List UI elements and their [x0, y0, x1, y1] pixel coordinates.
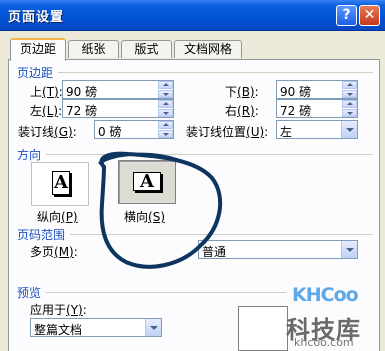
pages-divider [70, 234, 373, 235]
title-bar[interactable]: 页面设置 ? ✕ [0, 0, 385, 31]
gutter-down-arrow-icon[interactable] [158, 130, 173, 138]
top-margin-label: 上(T): [30, 85, 63, 99]
multiple-pages-label: 多页(M): [30, 245, 78, 259]
bottom-margin-value: 90 磅 [280, 85, 312, 99]
gutter-position-dropdown-icon[interactable] [341, 121, 357, 138]
right-margin-down-arrow-icon[interactable] [342, 109, 357, 117]
gutter-label: 装订线(G): [18, 125, 77, 139]
multiple-pages-select[interactable]: 普通 [198, 240, 358, 259]
gutter-position-label: 装订线位置(U): [186, 125, 269, 139]
top-margin-down-arrow-icon[interactable] [158, 90, 173, 98]
landscape-label: 横向(S) [124, 210, 165, 224]
apply-to-label: 应用于(Y): [30, 303, 87, 317]
preview-divider [46, 292, 286, 293]
close-button[interactable]: ✕ [359, 5, 380, 26]
apply-to-dropdown-icon[interactable] [145, 319, 161, 336]
landscape-page-icon: A [133, 172, 161, 191]
dialog-title: 页面设置 [8, 10, 65, 25]
gutter-up-arrow-icon[interactable] [158, 121, 173, 129]
top-margin-spinner[interactable]: 90 磅 [62, 80, 174, 99]
orientation-divider [46, 154, 373, 155]
bottom-margin-label: 下(B): [225, 85, 259, 99]
orientation-heading: 方向 [17, 148, 42, 162]
right-margin-value: 72 磅 [280, 104, 312, 118]
help-button[interactable]: ? [336, 5, 357, 26]
tab-document-grid[interactable]: 文档网格 [174, 40, 242, 58]
tab-paper[interactable]: 纸张 [68, 40, 119, 58]
apply-to-select[interactable]: 整篇文档 [30, 318, 162, 337]
landscape-button[interactable]: A [118, 160, 176, 204]
left-margin-value: 72 磅 [66, 104, 98, 118]
pages-heading: 页码范围 [17, 228, 66, 242]
multiple-pages-dropdown-icon[interactable] [341, 241, 357, 258]
left-margin-spinner[interactable]: 72 磅 [62, 99, 174, 118]
tab-strip: 页边距 纸张 版式 文档网格 [10, 38, 380, 61]
bottom-margin-spinner[interactable]: 90 磅 [276, 80, 358, 99]
page-preview [238, 306, 288, 351]
margins-heading: 页边距 [17, 66, 54, 80]
watermark-logo: KHCoo [292, 284, 359, 306]
tab-margins[interactable]: 页边距 [10, 38, 66, 61]
top-margin-value: 90 磅 [66, 85, 98, 99]
page-setup-dialog: 页面设置 ? ✕ 页边距 纸张 版式 文档网格 页边距 上(T): 90 磅 下… [0, 0, 385, 351]
right-margin-label: 右(R): [225, 104, 259, 118]
portrait-page-icon: A [52, 171, 70, 195]
portrait-label: 纵向(P) [37, 210, 78, 224]
right-margin-spinner[interactable]: 72 磅 [276, 99, 358, 118]
bottom-margin-up-arrow-icon[interactable] [342, 81, 357, 89]
left-margin-down-arrow-icon[interactable] [158, 109, 173, 117]
left-margin-label: 左(L): [30, 104, 63, 118]
gutter-spinner[interactable]: 0 磅 [94, 120, 174, 139]
preview-heading: 预览 [17, 286, 42, 300]
watermark-url: khcoo.com [294, 336, 354, 349]
gutter-position-value: 左 [280, 125, 293, 139]
tab-layout[interactable]: 版式 [121, 40, 172, 58]
portrait-button[interactable]: A [31, 162, 89, 206]
gutter-position-select[interactable]: 左 [276, 120, 358, 139]
multiple-pages-value: 普通 [202, 245, 227, 259]
top-margin-up-arrow-icon[interactable] [158, 81, 173, 89]
left-margin-up-arrow-icon[interactable] [158, 100, 173, 108]
gutter-value: 0 磅 [98, 125, 122, 139]
right-margin-up-arrow-icon[interactable] [342, 100, 357, 108]
margins-divider [58, 72, 373, 73]
bottom-margin-down-arrow-icon[interactable] [342, 90, 357, 98]
apply-to-value: 整篇文档 [34, 323, 83, 337]
